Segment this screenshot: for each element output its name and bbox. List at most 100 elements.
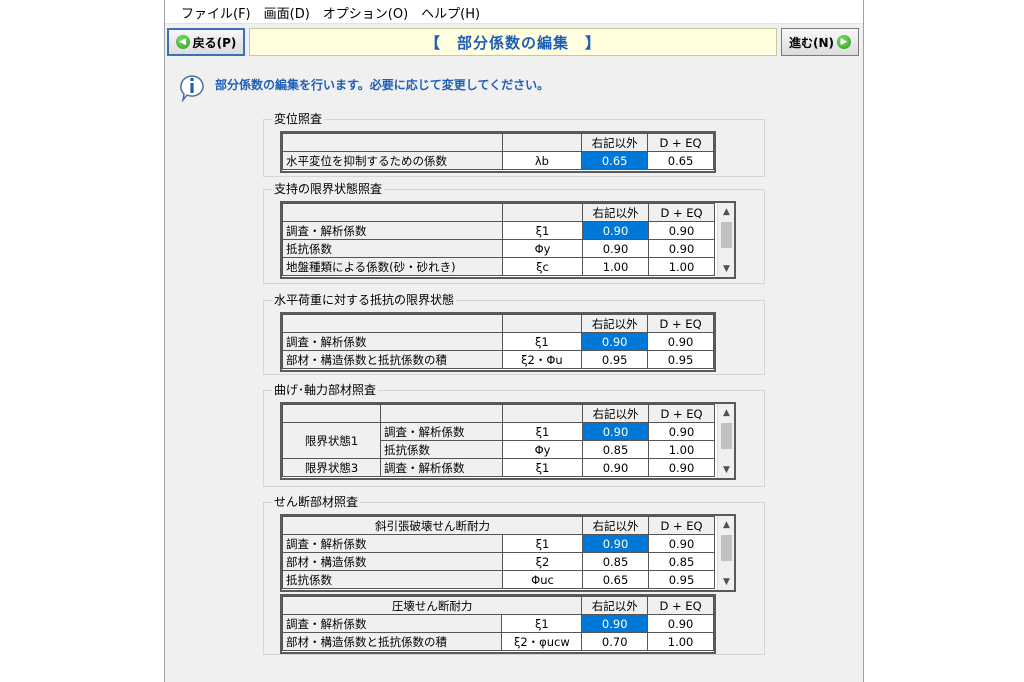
- column-header-deq: D + EQ: [647, 133, 714, 152]
- bearing-table: 右記以外 D + EQ 調査・解析係数 ξ1 0.90 0.90 抵抗係数 Φy…: [282, 203, 715, 276]
- bending-scrollbar[interactable]: ▲ ▼: [717, 404, 734, 478]
- row-label: 調査・解析係数: [282, 221, 503, 240]
- value-cell[interactable]: 0.65: [647, 151, 714, 170]
- row-label: 水平変位を抑制するための係数: [282, 151, 503, 170]
- header-blank: [501, 314, 583, 333]
- value-cell-selected[interactable]: 0.90: [582, 534, 649, 553]
- header-blank: [282, 203, 503, 222]
- scroll-down-icon[interactable]: ▼: [718, 573, 735, 590]
- value-cell-selected[interactable]: 0.90: [581, 614, 649, 633]
- value-cell[interactable]: 0.90: [648, 239, 715, 258]
- value-cell[interactable]: 0.95: [581, 350, 649, 369]
- horizontal-group: 水平荷重に対する抵抗の限界状態 右記以外 D + EQ 調査・解析係数 ξ1 0…: [263, 293, 765, 375]
- back-arrow-icon: ◀: [175, 35, 190, 49]
- column-header-other: 右記以外: [581, 314, 649, 333]
- scroll-up-icon[interactable]: ▲: [718, 516, 735, 533]
- horizontal-table: 右記以外 D + EQ 調査・解析係数 ξ1 0.90 0.90 部材・構造係数…: [282, 314, 714, 369]
- row-label: 調査・解析係数: [380, 422, 503, 441]
- menu-help[interactable]: ヘルプ(H): [419, 1, 491, 22]
- row-label: 部材・構造係数と抵抗係数の積: [282, 350, 503, 369]
- row-label: 抵抗係数: [380, 440, 503, 459]
- value-cell[interactable]: 0.90: [647, 332, 714, 351]
- row-symbol: ξ1: [501, 332, 583, 351]
- limit-state-1-label: 限界状態1: [282, 422, 381, 459]
- value-cell[interactable]: 0.85: [582, 552, 649, 571]
- scroll-thumb[interactable]: [721, 535, 732, 561]
- bearing-group: 支持の限界状態照査 右記以外 D + EQ 調査・解析係数 ξ1 0.90 0.…: [263, 182, 765, 284]
- value-cell[interactable]: 0.90: [648, 221, 715, 240]
- scroll-up-icon[interactable]: ▲: [718, 404, 735, 421]
- column-header-other: 右記以外: [582, 404, 649, 423]
- value-cell-selected[interactable]: 0.90: [581, 332, 649, 351]
- column-header-deq: D + EQ: [648, 404, 715, 423]
- next-button[interactable]: 進む(N) ▶: [781, 28, 859, 56]
- row-symbol: ξ1: [501, 614, 583, 633]
- limit-state-3-label: 限界状態3: [282, 458, 381, 477]
- value-cell[interactable]: 0.90: [647, 614, 714, 633]
- header-blank: [502, 203, 583, 222]
- compression-table: 圧壊せん断耐力 右記以外 D + EQ 調査・解析係数 ξ1 0.90 0.90…: [281, 596, 714, 651]
- row-symbol: ξ2・Φu: [501, 350, 583, 369]
- compression-header: 圧壊せん断耐力: [281, 596, 583, 615]
- compression-table-frame: 圧壊せん断耐力 右記以外 D + EQ 調査・解析係数 ξ1 0.90 0.90…: [280, 594, 716, 654]
- value-cell[interactable]: 0.65: [582, 570, 649, 589]
- column-header-other: 右記以外: [582, 516, 649, 535]
- column-header-other: 右記以外: [581, 596, 649, 615]
- scroll-down-icon[interactable]: ▼: [718, 461, 735, 478]
- page-title: 【 部分係数の編集 】: [249, 28, 777, 56]
- row-symbol: ξ1: [502, 458, 583, 477]
- bearing-scrollbar[interactable]: ▲ ▼: [717, 203, 734, 277]
- column-header-deq: D + EQ: [648, 203, 715, 222]
- row-label: 調査・解析係数: [282, 534, 503, 553]
- displacement-group: 変位照査 右記以外 D + EQ 水平変位を抑制するための係数 λb 0.65 …: [263, 112, 765, 177]
- displacement-title: 変位照査: [272, 112, 325, 126]
- value-cell[interactable]: 0.95: [647, 350, 714, 369]
- menu-view[interactable]: 画面(D): [262, 1, 321, 22]
- row-label: 抵抗係数: [282, 239, 503, 258]
- value-cell[interactable]: 0.90: [648, 458, 715, 477]
- value-cell[interactable]: 0.90: [582, 239, 649, 258]
- info-message: 部分係数の編集を行います。必要に応じて変更してください。: [215, 78, 550, 92]
- value-cell[interactable]: 0.85: [582, 440, 649, 459]
- scroll-up-icon[interactable]: ▲: [718, 203, 735, 220]
- shear-title: せん断部材照査: [272, 495, 361, 509]
- back-button-label: 戻る(P): [192, 35, 237, 50]
- value-cell[interactable]: 0.95: [648, 570, 715, 589]
- menu-file[interactable]: ファイル(F): [179, 1, 262, 22]
- back-button[interactable]: ◀ 戻る(P): [167, 28, 245, 56]
- value-cell[interactable]: 1.00: [648, 440, 715, 459]
- bearing-table-frame: 右記以外 D + EQ 調査・解析係数 ξ1 0.90 0.90 抵抗係数 Φy…: [280, 201, 736, 279]
- diagonal-scrollbar[interactable]: ▲ ▼: [717, 516, 734, 590]
- value-cell[interactable]: 0.85: [648, 552, 715, 571]
- value-cell[interactable]: 0.90: [582, 458, 649, 477]
- value-cell-selected[interactable]: 0.65: [581, 151, 649, 170]
- value-cell-selected[interactable]: 0.90: [582, 422, 649, 441]
- value-cell[interactable]: 1.00: [648, 257, 715, 276]
- next-button-label: 進む(N): [788, 35, 834, 50]
- value-cell-selected[interactable]: 0.90: [582, 221, 649, 240]
- scroll-thumb[interactable]: [721, 222, 732, 248]
- value-cell[interactable]: 0.90: [648, 534, 715, 553]
- scroll-down-icon[interactable]: ▼: [718, 260, 735, 277]
- value-cell[interactable]: 0.70: [581, 632, 649, 651]
- bending-table-frame: 右記以外 D + EQ 限界状態1 調査・解析係数 ξ1 0.90 0.90 抵…: [280, 402, 736, 480]
- row-symbol: ξ1: [502, 221, 583, 240]
- header-blank: [502, 404, 583, 423]
- info-icon: [177, 72, 207, 103]
- column-header-deq: D + EQ: [647, 596, 714, 615]
- value-cell[interactable]: 1.00: [582, 257, 649, 276]
- row-label: 調査・解析係数: [282, 332, 503, 351]
- header-blank: [282, 404, 381, 423]
- row-symbol: ξc: [502, 257, 583, 276]
- row-symbol: ξ1: [502, 534, 583, 553]
- row-symbol: Φuc: [502, 570, 583, 589]
- header-blank: [282, 314, 503, 333]
- value-cell[interactable]: 1.00: [647, 632, 714, 651]
- toolbar: ◀ 戻る(P) 【 部分係数の編集 】 進む(N) ▶: [165, 26, 863, 60]
- menu-bar: ファイル(F) 画面(D) オプション(O) ヘルプ(H): [165, 0, 863, 24]
- value-cell[interactable]: 0.90: [648, 422, 715, 441]
- scroll-thumb[interactable]: [721, 423, 732, 449]
- shear-group: せん断部材照査 斜引張破壊せん断耐力 右記以外 D + EQ 調査・解析係数 ξ…: [263, 495, 765, 655]
- column-header-deq: D + EQ: [648, 516, 715, 535]
- menu-options[interactable]: オプション(O): [321, 1, 419, 22]
